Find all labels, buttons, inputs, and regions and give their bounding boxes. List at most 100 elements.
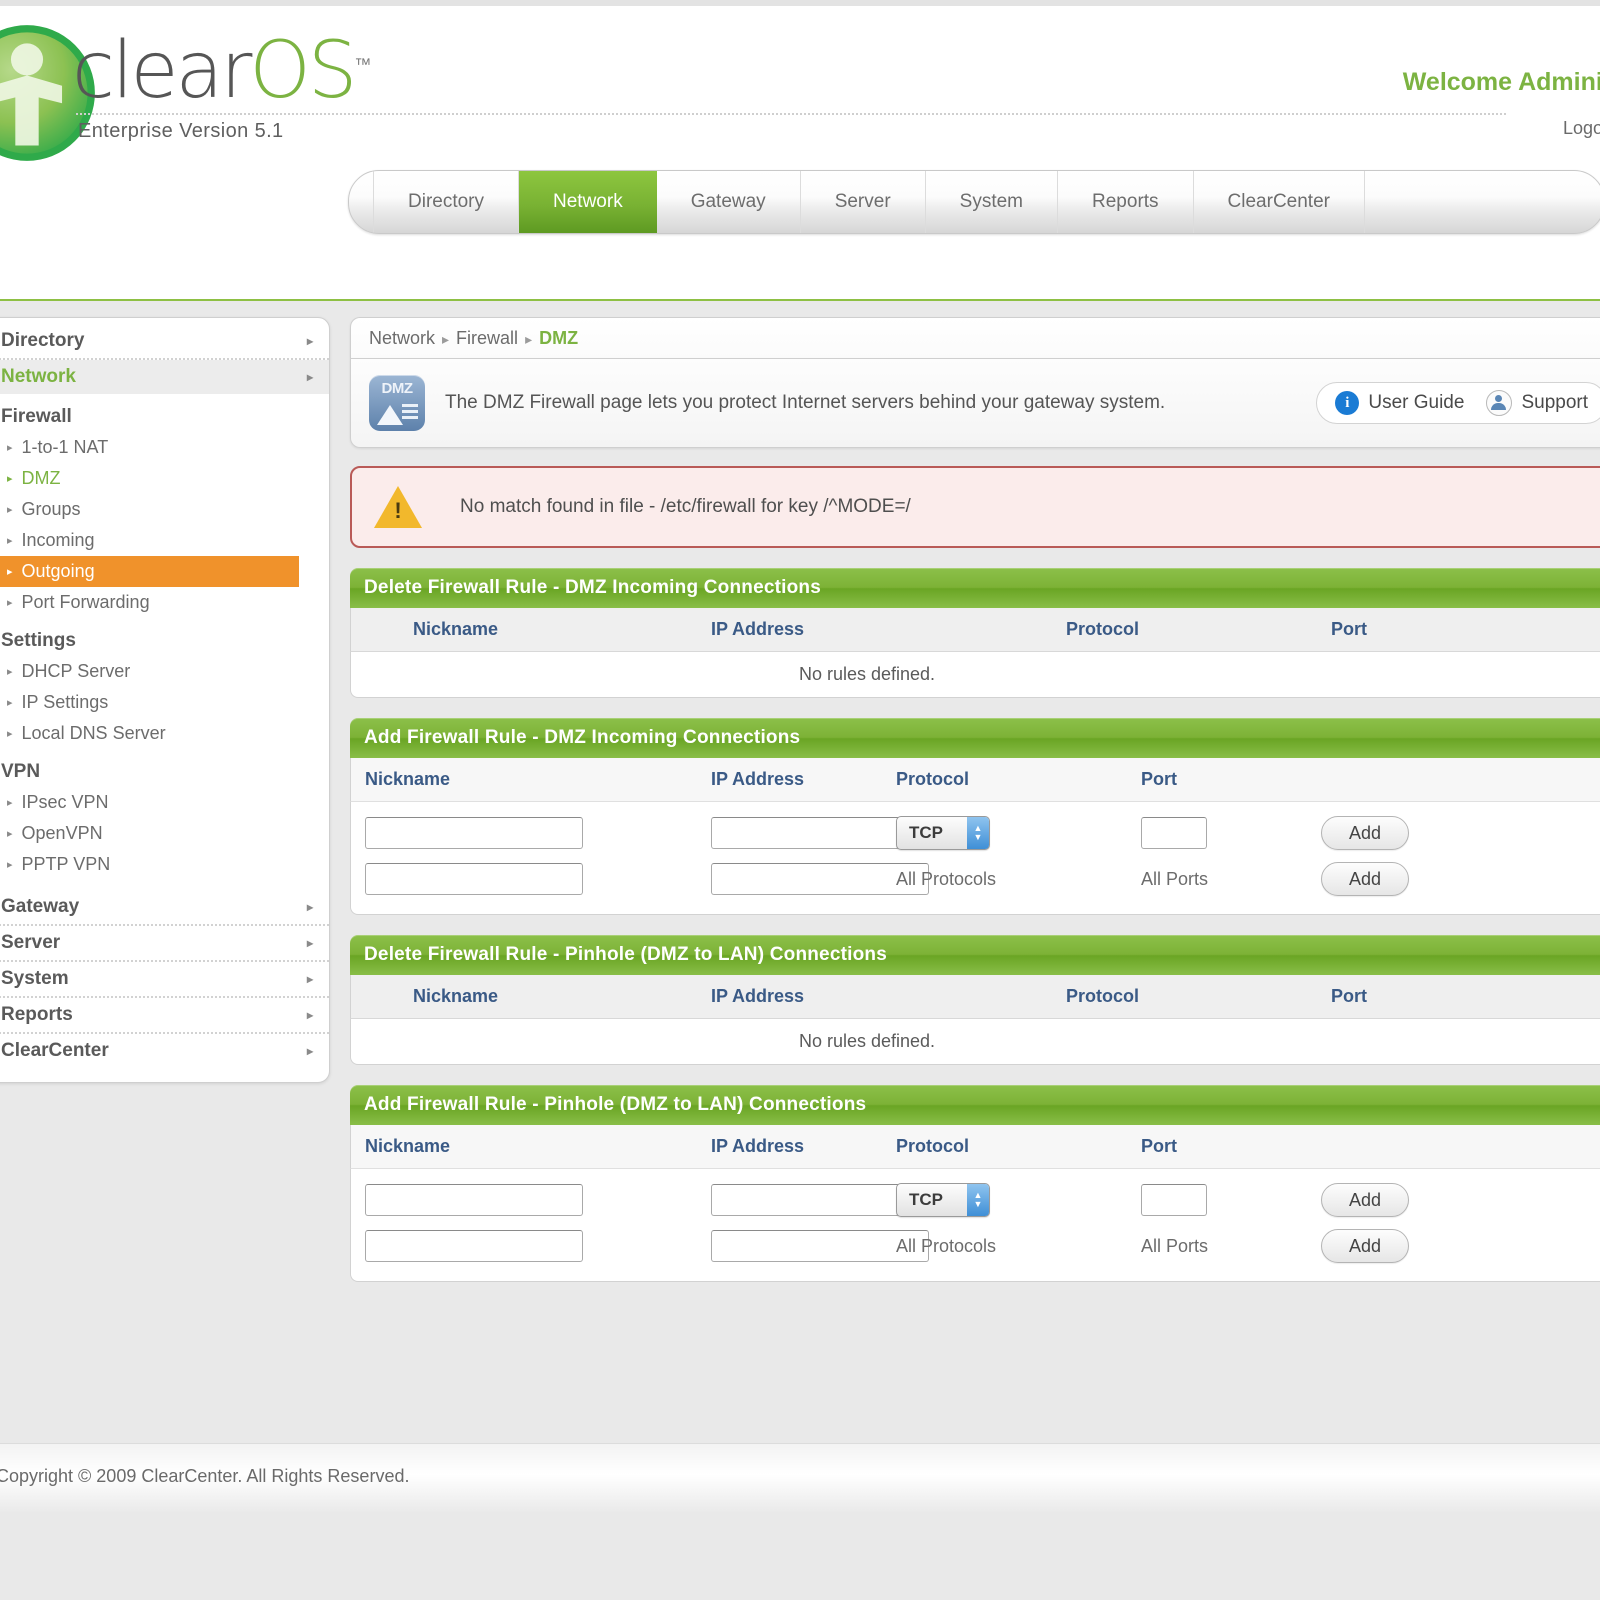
- header-divider: [76, 113, 1506, 115]
- nickname-input[interactable]: [365, 817, 583, 849]
- bullet-icon: ▸: [7, 535, 13, 547]
- sidebar-item-dhcp-server[interactable]: ▸ DHCP Server: [0, 656, 329, 687]
- bullet-icon: ▸: [7, 666, 13, 678]
- sidebar-item-incoming[interactable]: ▸ Incoming: [0, 525, 329, 556]
- column-header-nickname: Nickname: [413, 619, 499, 639]
- copyright-text: Copyright © 2009 ClearCenter. All Rights…: [0, 1466, 410, 1486]
- form-row-all-rule: All Protocols All Ports Add: [351, 1223, 1600, 1269]
- sidebar-item-label: ClearCenter: [1, 1040, 109, 1061]
- form-row-all-rule: All Protocols All Ports Add: [351, 856, 1600, 902]
- sidebar-item-reports[interactable]: Reports ▸: [0, 998, 329, 1034]
- sidebar-item-outgoing[interactable]: ▸ Outgoing: [0, 556, 299, 587]
- table-body: No rules defined.: [350, 652, 1600, 698]
- tab-reports[interactable]: Reports: [1058, 171, 1194, 233]
- user-icon: [1486, 390, 1513, 416]
- sidebar-item-gateway[interactable]: Gateway ▸: [0, 890, 329, 926]
- column-header-port: Port: [1331, 619, 1367, 639]
- brand-wordmark: clearOS™: [72, 26, 371, 116]
- support-button[interactable]: Support: [1486, 390, 1588, 416]
- nickname-input[interactable]: [365, 1184, 583, 1216]
- protocol-select[interactable]: TCP ▲ ▼: [896, 1183, 990, 1217]
- port-input[interactable]: [1141, 1184, 1207, 1216]
- sidebar-item-pptp-vpn[interactable]: ▸ PPTP VPN: [0, 849, 329, 880]
- sidebar-item-ip-settings[interactable]: ▸ IP Settings: [0, 687, 329, 718]
- add-button[interactable]: Add: [1321, 1229, 1409, 1263]
- dmz-icon-lines: [402, 404, 418, 422]
- bullet-icon: ▸: [7, 473, 13, 485]
- bullet-icon: ▸: [7, 504, 13, 516]
- sidebar-item-ipsec-vpn[interactable]: ▸ IPsec VPN: [0, 787, 329, 818]
- nickname-input[interactable]: [365, 1230, 583, 1262]
- sidebar-item-directory[interactable]: Directory ▸: [0, 324, 329, 360]
- breadcrumb-current: DMZ: [539, 328, 579, 348]
- tab-bar-left-cap: [349, 171, 374, 233]
- breadcrumb-separator-icon: ▸: [525, 331, 533, 347]
- sidebar-item-1-to-1-nat[interactable]: ▸ 1-to-1 NAT: [0, 432, 329, 463]
- tab-directory[interactable]: Directory: [374, 171, 520, 233]
- breadcrumb-network[interactable]: Network: [369, 328, 435, 348]
- add-button[interactable]: Add: [1321, 816, 1409, 850]
- sidebar-item-local-dns-server[interactable]: ▸ Local DNS Server: [0, 718, 329, 749]
- sidebar-item-dmz[interactable]: ▸ DMZ: [0, 463, 329, 494]
- column-header-protocol: Protocol: [896, 769, 970, 789]
- info-icon: i: [1335, 391, 1360, 415]
- bullet-icon: ▸: [7, 797, 13, 809]
- protocol-select[interactable]: TCP ▲ ▼: [896, 816, 990, 850]
- page-header: clearOS™ Enterprise Version 5.1 Welcome …: [0, 6, 1600, 301]
- add-button[interactable]: Add: [1321, 1183, 1409, 1217]
- chevron-right-icon: ▸: [306, 900, 313, 914]
- chevron-right-icon: ▸: [306, 1008, 313, 1022]
- sidebar-item-openvpn[interactable]: ▸ OpenVPN: [0, 818, 329, 849]
- user-guide-button[interactable]: i User Guide: [1335, 391, 1464, 415]
- chevron-right-icon: ▸: [306, 972, 313, 986]
- sidebar-item-clearcenter[interactable]: ClearCenter ▸: [0, 1034, 329, 1068]
- logout-link[interactable]: Logout: [1563, 118, 1600, 139]
- sidebar-item-system[interactable]: System ▸: [0, 962, 329, 998]
- tab-gateway[interactable]: Gateway: [657, 171, 801, 233]
- column-header-protocol: Protocol: [1066, 986, 1140, 1006]
- tab-system[interactable]: System: [926, 171, 1059, 233]
- sidebar-item-network[interactable]: Network ▸: [0, 360, 329, 394]
- sidebar-item-label: PPTP VPN: [21, 854, 111, 874]
- breadcrumb-firewall[interactable]: Firewall: [456, 328, 518, 348]
- bullet-icon: ▸: [7, 597, 13, 609]
- sidebar-item-groups[interactable]: ▸ Groups: [0, 494, 329, 525]
- section-title: Delete Firewall Rule - Pinhole (DMZ to L…: [350, 935, 1600, 975]
- sidebar-group-vpn: VPN: [1, 761, 41, 782]
- section-delete-pinhole: Delete Firewall Rule - Pinhole (DMZ to L…: [350, 935, 1600, 1065]
- user-guide-label: User Guide: [1368, 392, 1465, 413]
- brand-name-os: OS: [249, 26, 357, 116]
- sidebar-item-label: Local DNS Server: [21, 723, 166, 743]
- form-body: TCP ▲ ▼ Add All Protocols All Ports Add: [350, 1169, 1600, 1282]
- column-header-nickname: Nickname: [365, 769, 451, 789]
- help-actions: i User Guide Support: [1316, 382, 1600, 424]
- warning-triangle-icon: [374, 486, 422, 528]
- bullet-icon: ▸: [7, 566, 13, 578]
- sidebar-item-label: IPsec VPN: [21, 792, 109, 812]
- tab-server[interactable]: Server: [801, 171, 926, 233]
- sidebar-item-network-label: Network: [1, 366, 76, 387]
- sidebar-item-directory-label: Directory: [1, 330, 85, 351]
- column-header-port: Port: [1141, 769, 1177, 789]
- brand-name-clear: clear: [72, 26, 252, 116]
- column-header-ip-address: IP Address: [711, 1136, 805, 1156]
- section-title: Add Firewall Rule - DMZ Incoming Connect…: [350, 718, 1600, 758]
- tab-clearcenter[interactable]: ClearCenter: [1194, 171, 1365, 233]
- dmz-icon-house-shape: [377, 405, 403, 425]
- brand-logo[interactable]: clearOS™ Enterprise Version 5.1: [0, 12, 1506, 162]
- form-header-row: Nickname IP Address Protocol Port: [350, 1125, 1600, 1169]
- port-static-value: All Ports: [1141, 868, 1209, 889]
- tab-network[interactable]: Network: [519, 171, 657, 233]
- add-button[interactable]: Add: [1321, 862, 1409, 896]
- port-input[interactable]: [1141, 817, 1207, 849]
- sidebar-item-label: DMZ: [21, 468, 61, 488]
- column-header-protocol: Protocol: [896, 1136, 970, 1156]
- column-header-ip-address: IP Address: [711, 769, 805, 789]
- sidebar-item-port-forwarding[interactable]: ▸ Port Forwarding: [0, 587, 329, 618]
- sidebar-item-server[interactable]: Server ▸: [0, 926, 329, 962]
- breadcrumb-separator-icon: ▸: [442, 331, 450, 347]
- sidebar-item-label: DHCP Server: [21, 661, 131, 681]
- sidebar-nav: Directory ▸ Network ▸ Firewall ▸ 1-to-1 …: [0, 317, 330, 1083]
- nickname-input[interactable]: [365, 863, 583, 895]
- table-header-row: Nickname IP Address Protocol Port: [350, 608, 1600, 652]
